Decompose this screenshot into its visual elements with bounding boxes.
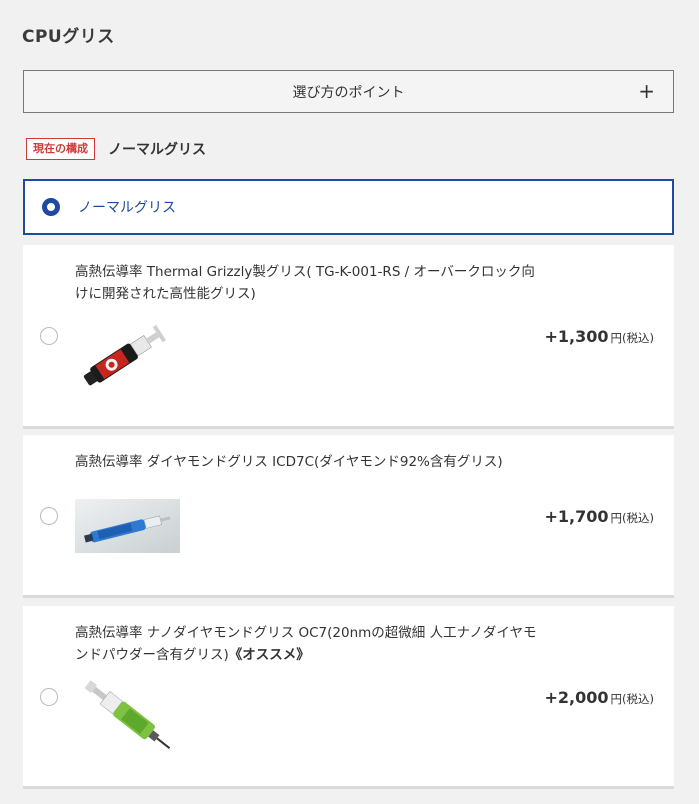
price-amount: +1,300 [544,327,609,346]
current-config-value: ノーマルグリス [108,142,206,158]
selection-guide-label: 選び方のポイント [292,84,405,101]
syringe-black-red-icon [83,325,166,386]
syringe-green-icon [84,680,171,749]
radio-button[interactable] [40,688,58,706]
radio-button[interactable] [40,327,58,345]
syringe-blue-photo [75,499,180,553]
option-price: +1,700 円(税込) [545,507,655,526]
option-thermal-grizzly[interactable]: 高熱伝導率 Thermal Grizzly製グリス( TG-K-001-RS /… [23,245,674,429]
radio-button-checked[interactable] [42,198,60,216]
option-icd7c[interactable]: 高熱伝導率 ダイヤモンドグリス ICD7C(ダイヤモンド92%含有グリス) +1… [23,435,674,598]
current-config-badge: 現在の構成 [26,138,95,160]
option-label: ノーマルグリス [78,200,176,216]
price-amount: +2,000 [544,688,609,707]
price-unit: 円(税込) [610,331,654,345]
radio-button[interactable] [40,507,58,525]
section-title: CPUグリス [22,27,115,47]
option-description: 高熱伝導率 ナノダイヤモンドグリス OC7(20nmの超微細 人工ナノダイヤモン… [75,622,545,666]
price-unit: 円(税込) [610,692,654,706]
option-price: +1,300 円(税込) [545,327,655,346]
option-normal-grease[interactable]: ノーマルグリス [23,179,674,235]
price-unit: 円(税込) [610,511,654,525]
option-description: 高熱伝導率 ダイヤモンドグリス ICD7C(ダイヤモンド92%含有グリス) [75,454,503,470]
option-price: +2,000 円(税込) [545,688,655,707]
option-oc7[interactable]: 高熱伝導率 ナノダイヤモンドグリス OC7(20nmの超微細 人工ナノダイヤモン… [23,606,674,789]
plus-icon: + [638,79,655,103]
selection-guide-toggle[interactable]: 選び方のポイント + [23,70,674,113]
option-description: 高熱伝導率 Thermal Grizzly製グリス( TG-K-001-RS /… [75,264,535,302]
recommended-tag: 《オススメ》 [228,647,310,663]
price-amount: +1,700 [544,507,609,526]
current-configuration: 現在の構成 ノーマルグリス [26,138,206,160]
